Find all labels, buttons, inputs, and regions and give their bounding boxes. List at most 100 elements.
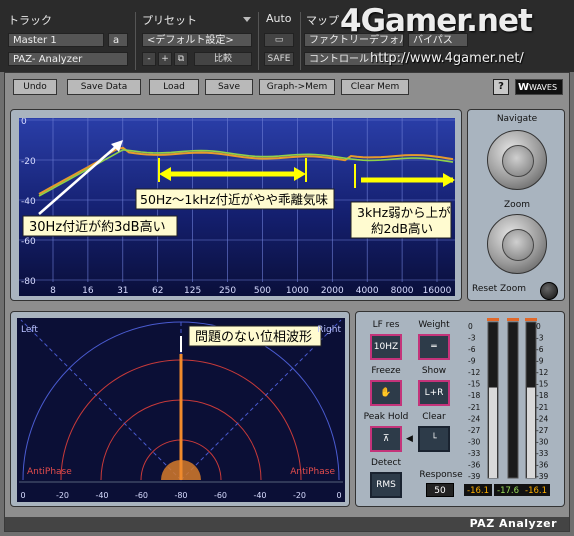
preset-minus-button[interactable]: - — [142, 52, 156, 66]
navigate-label: Navigate — [496, 114, 538, 124]
freeze-button[interactable]: ✋ — [370, 380, 402, 406]
clear-icon: └ — [431, 434, 437, 444]
watermark-logo: 4Gamer.net — [340, 3, 533, 39]
meter-scale-label: -12 — [468, 368, 480, 377]
track-select[interactable]: Master 1 — [8, 33, 104, 47]
response-label: Response — [419, 470, 463, 480]
db-tick-label: -20 — [21, 157, 36, 167]
meter-scale-label: -15 — [468, 380, 480, 389]
frequency-analyzer-panel: 0 -20 -40 -60 -80 8 16 31 62 125 250 500 1000 2000 40… — [10, 109, 462, 301]
meter-scale-label: -18 — [468, 391, 480, 400]
meter-scale-label: -21 — [536, 403, 548, 412]
phase-scale-label: -40 — [253, 491, 266, 500]
undo-button[interactable]: Undo — [13, 79, 57, 95]
clear-label: Clear — [422, 412, 446, 422]
phase-scale: 0 -20 -40 -60 -80 -60 -40 -20 0 — [20, 491, 341, 500]
clear-button[interactable]: └ — [418, 426, 450, 452]
safe-button[interactable]: SAFE — [264, 52, 294, 66]
automation-icon[interactable]: ▭ — [264, 33, 294, 47]
freq-tick-label: 8 — [50, 286, 56, 296]
lf-res-label: LF res — [372, 320, 400, 330]
peak-hold-label: Peak Hold — [363, 412, 409, 422]
meter-readout: -17.6 — [497, 486, 519, 496]
save-data-button[interactable]: Save Data — [67, 79, 141, 95]
weight-button[interactable]: ═ — [418, 334, 450, 360]
preset-select[interactable]: <デフォルト設定> — [142, 33, 252, 47]
phase-scale-label: -80 — [174, 491, 187, 500]
map-label: マップ — [306, 14, 339, 27]
meter-scale-label: -9 — [536, 357, 544, 366]
freq-tick-label: 16 — [82, 286, 94, 296]
meter-scale-label: -24 — [536, 414, 548, 423]
freq-tick-label: 1000 — [286, 286, 309, 296]
reset-zoom-button[interactable] — [540, 282, 558, 300]
freq-tick-label: 2000 — [321, 286, 344, 296]
meter-scale-label: -15 — [536, 380, 548, 389]
analyzer-controls-panel: LF res 10HZ Weight ═ Freeze ✋ Show L+R P… — [355, 311, 565, 507]
zoom-knob[interactable] — [487, 214, 547, 274]
reset-zoom-label: Reset Zoom — [472, 284, 526, 294]
phase-scope[interactable]: 問題のない位相波形 Left Right AntiPhase AntiPhase… — [17, 318, 345, 502]
arrow-left-icon: ◀ — [406, 434, 413, 444]
detect-label: Detect — [370, 458, 401, 468]
detect-button[interactable]: RMS — [370, 472, 402, 498]
meter-bar — [507, 321, 519, 479]
waves-w-icon: W — [518, 82, 530, 93]
meter-scale-label: -6 — [536, 345, 544, 354]
db-tick-label: 0 — [21, 118, 27, 127]
meter-scale-label: -12 — [536, 368, 548, 377]
freq-tick-label: 8000 — [391, 286, 414, 296]
meter-scale-label: -33 — [536, 449, 548, 458]
phase-scale-label: 0 — [20, 491, 25, 500]
annotation-50hz-1khz: 50Hz〜1kHz付近がやや乖離気味 — [140, 192, 329, 207]
plugin-footer: PAZ Analyzer — [5, 517, 569, 531]
meter-scale-label: -27 — [536, 426, 548, 435]
meter-level — [527, 387, 535, 478]
preset-plus-button[interactable]: + — [158, 52, 172, 66]
annotation-phase: 問題のない位相波形 — [195, 330, 312, 345]
meter-readout: -16.1 — [467, 486, 489, 496]
peak-hold-icon: ⊼ — [382, 434, 390, 444]
meter-scale-label: -24 — [468, 414, 480, 423]
help-button[interactable]: ? — [493, 79, 509, 95]
preset-menu-icon[interactable] — [243, 17, 251, 22]
compare-button[interactable]: 比較 — [194, 52, 252, 66]
right-label: Right — [317, 325, 341, 335]
plugin-toolbar: Undo Save Data Load Save Graph->Mem Clea… — [9, 79, 565, 95]
show-button[interactable]: L+R — [418, 380, 450, 406]
meter-scale-label: 0 — [536, 322, 541, 331]
navigate-panel: Navigate Zoom Reset Zoom — [467, 109, 565, 301]
freeze-label: Freeze — [371, 366, 401, 376]
clear-mem-button[interactable]: Clear Mem — [341, 79, 409, 95]
phase-scale-label: 0 — [336, 491, 341, 500]
meter-scale-label: -3 — [468, 334, 476, 343]
control-select-value: コントロール — [309, 54, 369, 65]
peak-hold-button[interactable]: ⊼ — [370, 426, 402, 452]
copy-preset-icon[interactable]: ⧉ — [174, 52, 188, 66]
load-button[interactable]: Load — [149, 79, 199, 95]
response-value[interactable]: 50 — [426, 483, 454, 497]
lf-res-button[interactable]: 10HZ — [370, 334, 402, 360]
weight-flat-icon: ═ — [431, 342, 437, 352]
preset-label: プリセット — [142, 14, 197, 27]
weight-label: Weight — [418, 320, 450, 330]
phase-scale-label: -40 — [95, 491, 108, 500]
meter-scale-label: -3 — [536, 334, 544, 343]
meter-scale-label: -9 — [468, 357, 476, 366]
frequency-graph[interactable]: 0 -20 -40 -60 -80 8 16 31 62 125 250 500 1000 2000 40… — [19, 118, 455, 296]
paz-analyzer-plugin: Undo Save Data Load Save Graph->Mem Clea… — [4, 72, 570, 532]
navigate-knob[interactable] — [487, 130, 547, 190]
graph-to-mem-button[interactable]: Graph->Mem — [259, 79, 335, 95]
freq-tick-label: 31 — [117, 286, 128, 296]
meter-scale-label: -36 — [468, 460, 480, 469]
level-meters: 0 0 -3 -3 -6 -6 -9 -9 -12 -12 -15 -15 -18 -18 -21 -21 -2… — [464, 318, 550, 496]
app-window: トラック プリセット Auto マップ Master 1 a PAZ- Anal… — [0, 0, 574, 536]
save-button[interactable]: Save — [205, 79, 253, 95]
meter-peak — [507, 318, 519, 321]
magnifier-icon — [502, 229, 534, 261]
freq-tick-label: 16000 — [423, 286, 452, 296]
track-letter-select[interactable]: a — [108, 33, 128, 47]
meter-scale-label: -30 — [468, 437, 480, 446]
freq-tick-label: 62 — [152, 286, 163, 296]
plugin-select[interactable]: PAZ- Analyzer — [8, 52, 128, 66]
